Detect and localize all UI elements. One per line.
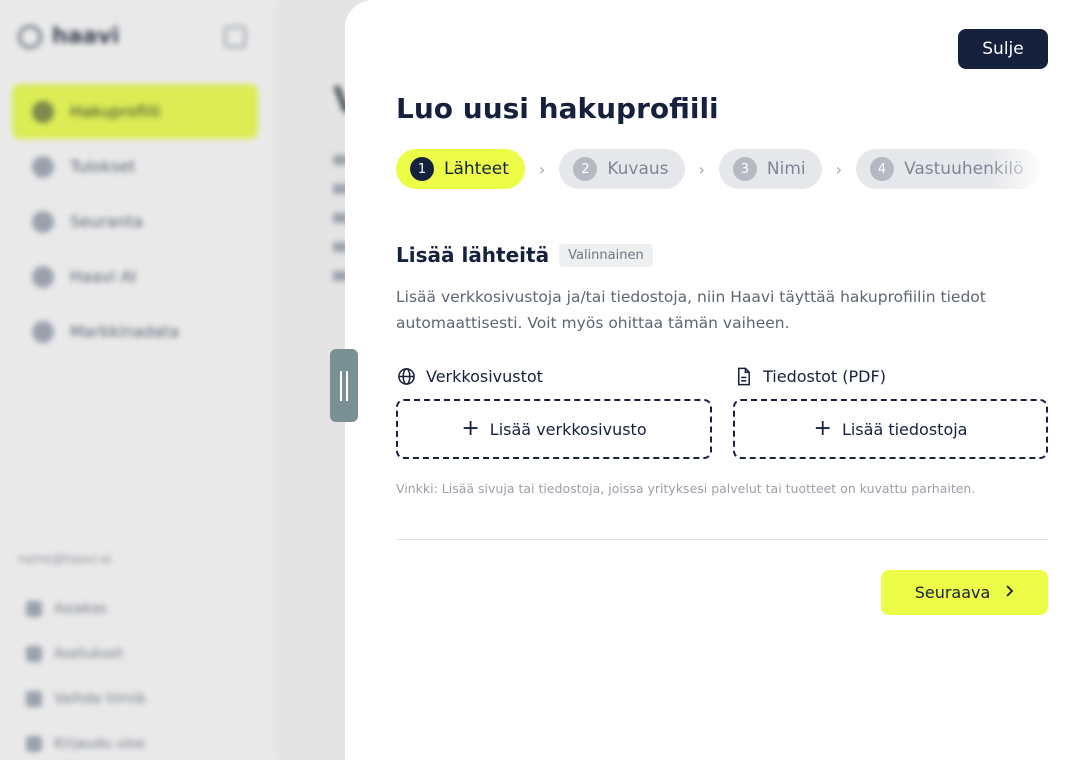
bg-user-email: name@haavi.ai — [18, 552, 112, 566]
logo-icon — [18, 24, 42, 49]
chart-icon — [32, 320, 54, 343]
sidebar-collapse-icon — [224, 26, 246, 48]
building-icon — [26, 600, 42, 617]
grip-line — [340, 370, 342, 401]
bg-footer-label: Asetukset — [54, 645, 124, 662]
bg-footer-label: Asiakas — [54, 600, 108, 617]
files-label: Tiedostot (PDF) — [733, 366, 886, 386]
optional-badge: Valinnainen — [559, 243, 653, 267]
bg-nav-label: Hakuprofiili — [70, 102, 161, 121]
add-website-button[interactable]: + Lisää verkkosivusto — [396, 399, 712, 459]
bg-footer-label: Vaihda tiimiä — [54, 690, 146, 707]
page-title: Luo uusi hakuprofiili — [396, 92, 719, 125]
bg-footer-nav: Asiakas Asetukset Vaihda tiimiä Kirjaudu… — [26, 586, 145, 760]
files-label-text: Tiedostot (PDF) — [763, 366, 886, 386]
create-profile-panel: Sulje Luo uusi hakuprofiili 1 Lähteet › … — [345, 0, 1075, 760]
logout-icon — [26, 735, 42, 752]
stepper-fade — [988, 149, 1048, 189]
section-description: Lisää verkkosivustoja ja/tai tiedostoja,… — [396, 288, 986, 332]
bg-nav-item-haavi-ai: Haavi AI — [12, 249, 258, 304]
step-label: Kuvaus — [607, 159, 669, 179]
websites-label-text: Verkkosivustot — [426, 366, 543, 386]
chevron-right-icon: › — [698, 159, 705, 179]
add-website-label: Lisää verkkosivusto — [489, 419, 647, 439]
next-label: Seuraava — [914, 583, 991, 602]
add-files-label: Lisää tiedostoja — [841, 419, 968, 439]
bg-footer-item: Vaihda tiimiä — [26, 676, 145, 721]
sparkle-icon — [32, 265, 54, 288]
chevron-right-icon: › — [835, 159, 843, 179]
bg-nav: Hakuprofiili Tulokset Seuranta Haavi AI … — [12, 84, 258, 359]
stepper: 1 Lähteet › 2 Kuvaus › 3 Nimi › 4 Vastuu… — [396, 149, 1048, 189]
bg-nav-label: Haavi AI — [70, 267, 137, 286]
step-label: Lähteet — [444, 159, 509, 179]
bg-nav-item-seuranta: Seuranta — [12, 194, 258, 249]
bg-sidebar: haavi Hakuprofiili Tulokset Seuranta Haa… — [0, 0, 275, 760]
bg-footer-label: Kirjaudu ulos — [54, 735, 145, 752]
step-lahteet[interactable]: 1 Lähteet — [396, 149, 525, 189]
globe-icon — [396, 366, 416, 386]
step-nimi[interactable]: 3 Nimi — [718, 149, 822, 189]
bg-nav-label: Seuranta — [70, 212, 143, 231]
plus-icon: + — [813, 416, 832, 441]
bg-footer-item: Kirjaudu ulos — [26, 721, 145, 760]
step-kuvaus[interactable]: 2 Kuvaus — [559, 149, 685, 189]
switch-icon — [26, 690, 42, 707]
step-number: 4 — [870, 157, 895, 181]
plus-icon: + — [461, 416, 480, 441]
hint-text: Vinkki: Lisää sivuja tai tiedostoja, joi… — [396, 481, 976, 496]
bg-logo: haavi — [18, 24, 119, 49]
websites-label: Verkkosivustot — [396, 366, 543, 386]
target-icon — [32, 100, 54, 123]
step-number: 1 — [410, 157, 434, 181]
close-button[interactable]: Sulje — [958, 29, 1048, 69]
section-title: Lisää lähteitä — [396, 243, 550, 267]
document-icon — [733, 366, 753, 386]
chevron-right-icon — [1004, 583, 1014, 602]
bg-nav-label: Markkinadata — [70, 322, 180, 341]
bg-logo-text: haavi — [52, 24, 120, 49]
step-number: 2 — [573, 157, 598, 181]
bg-nav-item-tulokset: Tulokset — [12, 139, 258, 194]
bg-nav-item-hakuprofiili: Hakuprofiili — [12, 84, 258, 139]
list-icon — [32, 155, 54, 178]
gear-icon — [26, 645, 42, 662]
divider — [396, 539, 1048, 540]
grip-line — [346, 370, 348, 401]
chevron-right-icon: › — [538, 159, 546, 179]
bg-footer-item: Asetukset — [26, 631, 145, 676]
chat-icon — [32, 210, 54, 233]
bg-footer-item: Asiakas — [26, 586, 145, 631]
panel-resize-handle[interactable] — [330, 349, 358, 422]
next-button[interactable]: Seuraava — [881, 570, 1048, 615]
section-header: Lisää lähteitä Valinnainen — [396, 243, 653, 267]
bg-nav-label: Tulokset — [70, 157, 136, 176]
add-files-button[interactable]: + Lisää tiedostoja — [733, 399, 1048, 459]
step-number: 3 — [732, 157, 757, 181]
step-label: Nimi — [766, 159, 806, 179]
bg-nav-item-markkinadata: Markkinadata — [12, 304, 258, 359]
